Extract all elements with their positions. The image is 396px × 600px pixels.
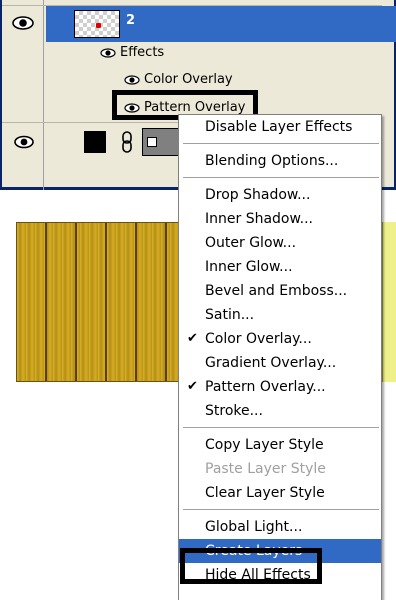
menu-item-copy-layer-style[interactable]: Copy Layer Style bbox=[179, 433, 381, 457]
checkmark-icon: ✔ bbox=[187, 331, 198, 346]
menu-item-label: Pattern Overlay... bbox=[205, 379, 326, 395]
eye-icon[interactable] bbox=[10, 12, 36, 34]
menu-item-label: Gradient Overlay... bbox=[205, 355, 337, 371]
layer-name[interactable]: 2 bbox=[126, 13, 135, 28]
menu-item-label: Global Light... bbox=[205, 519, 303, 535]
canvas-preview-edge bbox=[382, 222, 396, 382]
menu-item-bevel-and-emboss[interactable]: Bevel and Emboss... bbox=[179, 279, 381, 303]
menu-item-pattern-overlay[interactable]: ✔ Pattern Overlay... bbox=[179, 375, 381, 399]
menu-item-label: Disable Layer Effects bbox=[205, 119, 353, 135]
menu-item-label: Inner Glow... bbox=[205, 259, 293, 275]
annotation-highlight-box bbox=[180, 548, 322, 584]
effect-color-overlay[interactable]: Color Overlay bbox=[124, 72, 233, 87]
menu-item-stroke[interactable]: Stroke... bbox=[179, 399, 381, 423]
layer-thumbnail[interactable] bbox=[84, 131, 106, 153]
layer-style-context-menu: Disable Layer Effects Blending Options...… bbox=[178, 114, 382, 600]
menu-item-satin[interactable]: Satin... bbox=[179, 303, 381, 327]
menu-item-paste-layer-style: Paste Layer Style bbox=[179, 457, 381, 481]
effects-label: Effects bbox=[120, 45, 165, 60]
menu-item-label: Stroke... bbox=[205, 403, 263, 419]
menu-item-label: Clear Layer Style bbox=[205, 485, 325, 501]
effects-row[interactable]: Effects bbox=[100, 45, 164, 60]
layer-thumbnail[interactable] bbox=[74, 10, 120, 38]
eye-icon[interactable] bbox=[124, 74, 140, 85]
menu-item-clear-layer-style[interactable]: Clear Layer Style bbox=[179, 481, 381, 505]
eye-icon[interactable] bbox=[100, 47, 116, 58]
menu-item-gradient-overlay[interactable]: Gradient Overlay... bbox=[179, 351, 381, 375]
menu-item-label: Copy Layer Style bbox=[205, 437, 324, 453]
menu-item-label: Paste Layer Style bbox=[205, 461, 326, 477]
menu-item-label: Inner Shadow... bbox=[205, 211, 314, 227]
menu-separator bbox=[183, 427, 379, 428]
menu-item-label: Outer Glow... bbox=[205, 235, 297, 251]
menu-item-color-overlay[interactable]: ✔ Color Overlay... bbox=[179, 327, 381, 351]
canvas-preview bbox=[16, 222, 186, 382]
menu-item-disable-layer-effects[interactable]: Disable Layer Effects bbox=[179, 115, 381, 139]
menu-separator bbox=[183, 143, 379, 144]
eye-icon[interactable] bbox=[12, 132, 36, 152]
effect-label: Color Overlay bbox=[144, 72, 233, 87]
menu-separator bbox=[183, 177, 379, 178]
menu-item-inner-glow[interactable]: Inner Glow... bbox=[179, 255, 381, 279]
checkmark-icon: ✔ bbox=[187, 379, 198, 394]
thumbnail-content bbox=[96, 23, 101, 28]
menu-item-global-light[interactable]: Global Light... bbox=[179, 515, 381, 539]
menu-item-drop-shadow[interactable]: Drop Shadow... bbox=[179, 183, 381, 207]
menu-item-outer-glow[interactable]: Outer Glow... bbox=[179, 231, 381, 255]
mask-content bbox=[147, 137, 157, 147]
menu-item-label: Color Overlay... bbox=[205, 331, 312, 347]
menu-item-inner-shadow[interactable]: Inner Shadow... bbox=[179, 207, 381, 231]
menu-separator bbox=[183, 509, 379, 510]
menu-item-label: Satin... bbox=[205, 307, 255, 323]
menu-item-label: Drop Shadow... bbox=[205, 187, 311, 203]
menu-item-label: Blending Options... bbox=[205, 153, 339, 169]
link-icon[interactable] bbox=[120, 131, 134, 153]
layer-mask-thumbnail[interactable] bbox=[142, 128, 182, 156]
menu-item-blending-options[interactable]: Blending Options... bbox=[179, 149, 381, 173]
menu-item-label: Bevel and Emboss... bbox=[205, 283, 348, 299]
